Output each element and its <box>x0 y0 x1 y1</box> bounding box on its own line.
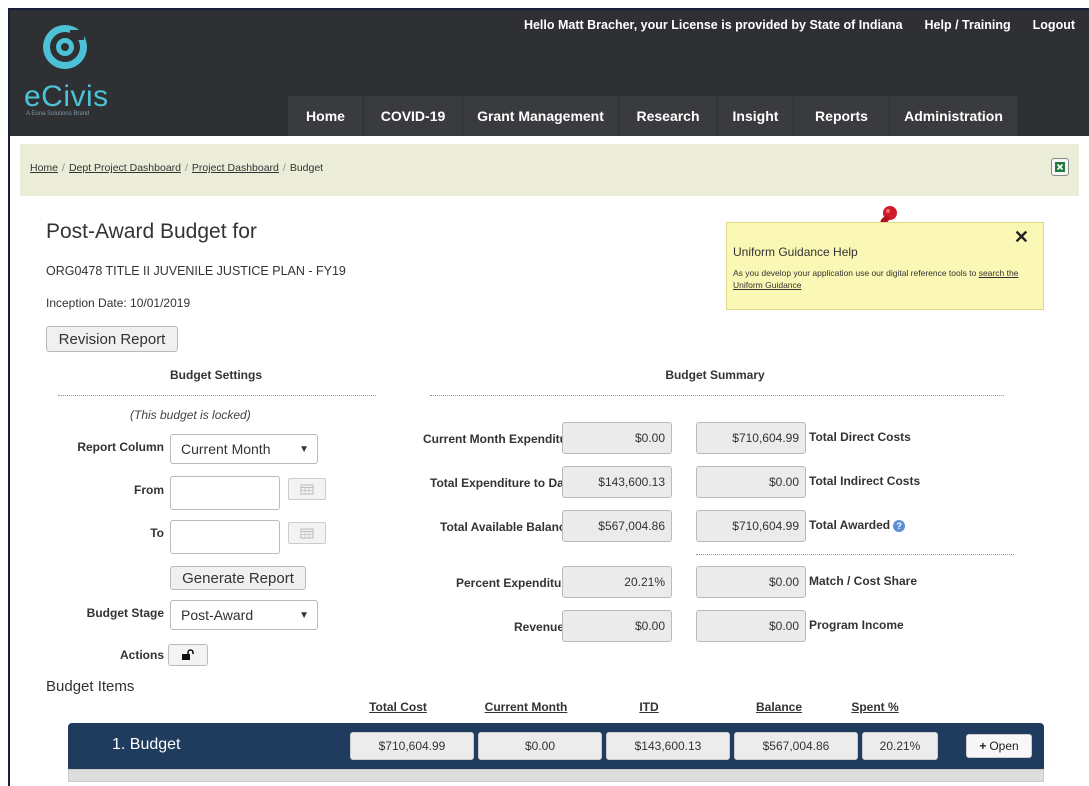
breadcrumb-separator: / <box>62 162 65 174</box>
program-income-label: Program Income <box>809 618 904 632</box>
excel-export-icon[interactable] <box>1051 158 1069 176</box>
calendar-icon[interactable] <box>288 478 326 500</box>
divider <box>430 395 1004 396</box>
current-month-expenditure-value: $0.00 <box>562 422 672 454</box>
col-spent-pct[interactable]: Spent % <box>842 700 908 714</box>
col-current-month[interactable]: Current Month <box>476 700 576 714</box>
budget-stage-label: Budget Stage <box>86 606 164 620</box>
nav-insight[interactable]: Insight <box>718 96 794 136</box>
chevron-down-icon: ▼ <box>299 444 309 455</box>
current-month-expenditure-label: Current Month Expenditure <box>423 432 579 446</box>
total-available-balance-value: $567,004.86 <box>562 510 672 542</box>
match-cost-share-label: Match / Cost Share <box>809 574 918 588</box>
breadcrumb: Home / Dept Project Dashboard / Project Dash… <box>30 162 323 174</box>
nav-grant-management[interactable]: Grant Management <box>463 96 619 136</box>
nav-covid-19[interactable]: COVID-19 <box>364 96 463 136</box>
revenue-value: $0.00 <box>562 610 672 642</box>
divider <box>696 554 1014 555</box>
calendar-icon[interactable] <box>288 522 326 544</box>
budget-settings-heading: Budget Settings <box>170 368 262 382</box>
actions-label: Actions <box>119 648 164 662</box>
budget-summary-heading: Budget Summary <box>665 368 765 382</box>
row-total-cost: $710,604.99 <box>350 732 474 760</box>
to-label: To <box>150 526 164 540</box>
user-greeting: Hello Matt Bracher, your License is prov… <box>523 18 903 32</box>
percent-expenditure-value: 20.21% <box>562 566 672 598</box>
total-expenditure-label: Total Expenditure to Date <box>430 476 575 490</box>
app-frame: eCivis A Euna Solutions Brand Hello Matt… <box>8 8 1089 786</box>
uniform-guidance-help-panel: ✕ Uniform Guidance Help As you develop y… <box>726 222 1044 310</box>
grant-name: ORG0478 TITLE II JUVENILE JUSTICE PLAN -… <box>46 264 346 278</box>
nav-administration[interactable]: Administration <box>890 96 1017 136</box>
breadcrumb-home[interactable]: Home <box>30 162 58 174</box>
inception-date: Inception Date: 10/01/2019 <box>46 296 191 310</box>
chevron-down-icon: ▼ <box>299 610 309 621</box>
match-cost-share-value: $0.00 <box>696 566 806 598</box>
total-available-balance-label: Total Available Balance <box>440 520 573 534</box>
to-date-input[interactable] <box>170 520 280 554</box>
report-column-value: Current Month <box>181 441 271 457</box>
total-expenditure-value: $143,600.13 <box>562 466 672 498</box>
page-title: Post-Award Budget for <box>46 220 257 243</box>
breadcrumb-dept-project-dashboard[interactable]: Dept Project Dashboard <box>69 162 181 174</box>
breadcrumb-project-dashboard[interactable]: Project Dashboard <box>192 162 279 174</box>
budget-stage-value: Post-Award <box>181 607 254 623</box>
plus-icon: + <box>979 739 987 753</box>
percent-expenditure-label: Percent Expenditure <box>456 576 573 590</box>
total-direct-costs-value: $710,604.99 <box>696 422 806 454</box>
program-income-value: $0.00 <box>696 610 806 642</box>
help-body: As you develop your application use our … <box>733 268 1039 292</box>
breadcrumb-bar: Home / Dept Project Dashboard / Project Dash… <box>20 144 1079 196</box>
breadcrumb-current: Budget <box>289 162 324 174</box>
row-itd: $143,600.13 <box>606 732 730 760</box>
logout-link[interactable]: Logout <box>1033 18 1075 32</box>
row-balance: $567,004.86 <box>734 732 858 760</box>
budget-item-label: 1. Budget <box>112 736 181 753</box>
nav-home[interactable]: Home <box>288 96 364 136</box>
main-nav: Home COVID-19 Grant Management Research … <box>288 96 1017 136</box>
total-indirect-costs-value: $0.00 <box>696 466 806 498</box>
report-column-select[interactable]: Current Month ▼ <box>170 434 318 464</box>
help-icon[interactable]: ? <box>893 519 906 532</box>
total-indirect-costs-label: Total Indirect Costs <box>809 474 921 488</box>
col-itd[interactable]: ITD <box>624 700 674 714</box>
from-date-input[interactable] <box>170 476 280 510</box>
open-label: Open <box>989 739 1019 753</box>
logo-wordmark: eCivis <box>24 80 109 113</box>
top-header: eCivis A Euna Solutions Brand Hello Matt… <box>10 10 1089 136</box>
total-awarded-label-wrap: Total Awarded? <box>809 518 906 532</box>
breadcrumb-separator: / <box>282 162 286 174</box>
nav-reports[interactable]: Reports <box>794 96 890 136</box>
open-button[interactable]: + Open <box>966 734 1032 758</box>
nav-research[interactable]: Research <box>619 96 718 136</box>
budget-stage-select[interactable]: Post-Award ▼ <box>170 600 318 630</box>
unlock-icon <box>182 649 194 660</box>
total-awarded-label: Total Awarded <box>809 518 891 532</box>
help-body-text: As you develop your application use our … <box>733 268 979 278</box>
budget-items-title: Budget Items <box>46 678 135 695</box>
from-label: From <box>134 483 164 497</box>
breadcrumb-separator: / <box>185 162 188 174</box>
user-greeting-bar: Hello Matt Bracher, your License is prov… <box>524 18 1075 32</box>
ecivis-logo-icon[interactable] <box>40 22 90 72</box>
row-spent-pct: 20.21% <box>862 732 938 760</box>
budget-locked-note: (This budget is locked) <box>130 408 251 422</box>
budget-item-expander <box>68 769 1044 782</box>
logo-tagline: A Euna Solutions Brand <box>26 111 90 117</box>
report-column-label: Report Column <box>77 440 164 454</box>
total-awarded-value: $710,604.99 <box>696 510 806 542</box>
col-balance[interactable]: Balance <box>744 700 814 714</box>
budget-item-row: 1. Budget $710,604.99 $0.00 $143,600.13 … <box>68 723 1044 769</box>
close-icon[interactable]: ✕ <box>1014 227 1029 248</box>
revenue-label: Revenue <box>514 620 565 634</box>
generate-report-button[interactable]: Generate Report <box>170 566 306 590</box>
help-training-link[interactable]: Help / Training <box>925 18 1011 32</box>
revision-report-button[interactable]: Revision Report <box>46 326 178 352</box>
col-total-cost[interactable]: Total Cost <box>358 700 438 714</box>
help-title: Uniform Guidance Help <box>733 245 858 259</box>
total-direct-costs-label: Total Direct Costs <box>809 430 911 444</box>
row-current-month: $0.00 <box>478 732 602 760</box>
unlock-button[interactable] <box>168 644 208 666</box>
divider <box>58 395 376 396</box>
